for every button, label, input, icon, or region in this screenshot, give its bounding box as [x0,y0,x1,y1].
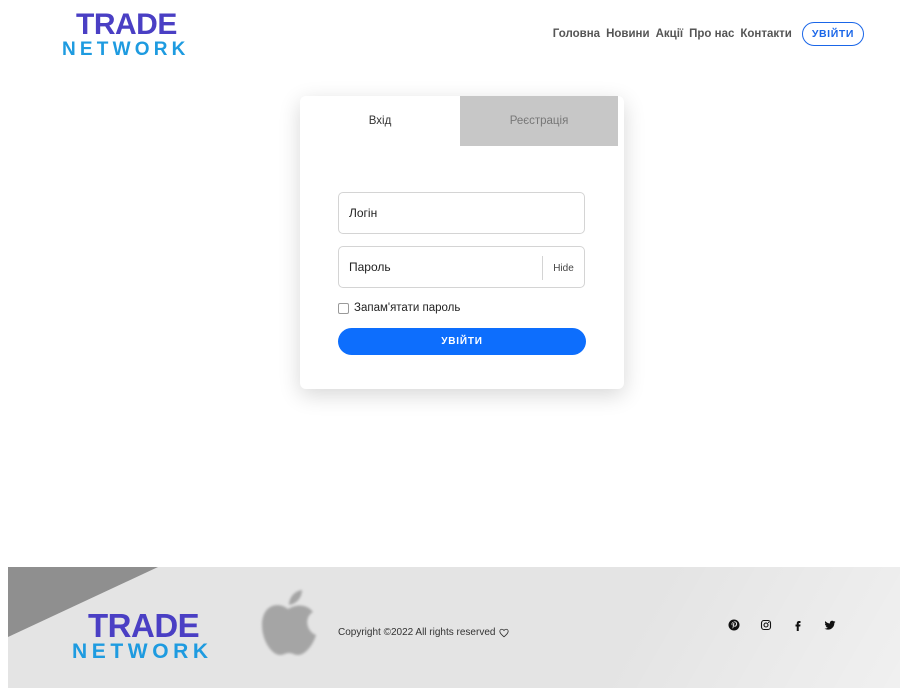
social-links [728,619,856,631]
password-input[interactable] [349,260,539,274]
brand-logo[interactable]: TRADE NETWORK [62,8,192,61]
heart-icon [499,628,510,637]
site-header: TRADE NETWORK Головна Новини Акції Про н… [0,0,900,68]
remember-label: Запам'ятати пароль [354,302,461,314]
copyright: Copyright ©2022 All rights reserved [338,627,510,638]
twitter-icon[interactable] [824,619,836,631]
login-field [338,192,585,234]
auth-tabs: Вхід Реєстрація [300,96,620,146]
login-submit-button[interactable]: УВІЙТИ [338,328,586,355]
tab-login[interactable]: Вхід [300,96,460,146]
copyright-text: Copyright ©2022 All rights reserved [338,627,496,638]
nav-item-promotions[interactable]: Акції [656,28,684,40]
login-input[interactable] [349,206,539,220]
instagram-icon[interactable] [760,619,772,631]
footer-logo-network-text: NETWORK [72,640,213,663]
auth-card: Вхід Реєстрація Hide Запам'ятати пароль … [300,96,624,389]
pinterest-icon[interactable] [728,619,740,631]
nav-item-about[interactable]: Про нас [689,28,734,40]
logo-network-text: NETWORK [62,39,190,60]
facebook-icon[interactable] [792,619,804,631]
hide-password-button[interactable]: Hide [542,256,584,280]
remember-password: Запам'ятати пароль [338,302,460,314]
tab-register[interactable]: Реєстрація [460,96,618,146]
remember-checkbox[interactable] [338,302,349,314]
logo-trade-text: TRADE [76,8,177,41]
nav-login-button[interactable]: УВІЙТИ [801,22,864,46]
footer-brand-logo[interactable]: TRADE NETWORK [72,609,222,665]
site-footer: TRADE NETWORK Copyright ©2022 All rights… [8,567,900,688]
footer-logo-trade-text: TRADE [88,607,200,644]
password-field: Hide [338,246,585,288]
apple-logo-icon [262,590,316,655]
main-nav: Головна Новини Акції Про нас Контакти УВ… [553,22,864,46]
nav-item-news[interactable]: Новини [606,28,649,40]
nav-item-contacts[interactable]: Контакти [740,28,791,40]
nav-item-home[interactable]: Головна [553,28,600,40]
